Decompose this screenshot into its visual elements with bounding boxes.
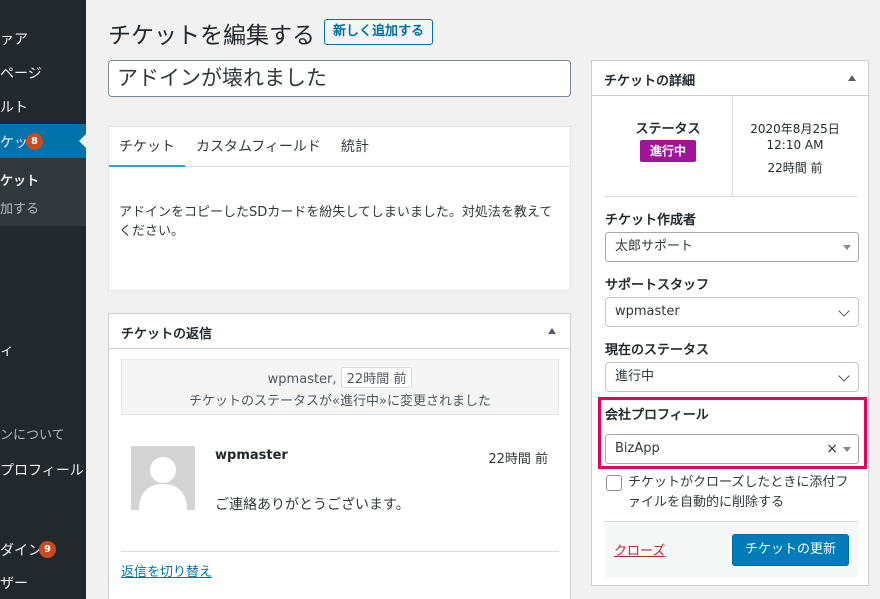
reply-time: 22時間 前 bbox=[488, 452, 548, 467]
status-value: 進行中 bbox=[615, 369, 655, 384]
tab-custom-fields[interactable]: カスタムフィールド bbox=[186, 127, 331, 167]
sidebar-item-label: プロフィール bbox=[0, 463, 84, 479]
divider bbox=[121, 551, 559, 552]
reply-author: wpmaster bbox=[215, 448, 288, 463]
created-relative: 22時間 前 bbox=[767, 161, 823, 175]
sidebar-item-users[interactable]: ザー bbox=[0, 573, 86, 593]
author-select[interactable]: 太郎サポート bbox=[605, 232, 859, 262]
sidebar-item-misc[interactable]: ィ bbox=[0, 340, 86, 360]
staff-label: サポートスタッフ bbox=[605, 278, 710, 293]
staff-value: wpmaster bbox=[615, 304, 680, 319]
sidebar-item-comments[interactable]: ルト bbox=[0, 97, 86, 117]
note-author: wpmaster, bbox=[267, 372, 337, 387]
plugin-update-badge: 9 bbox=[39, 541, 56, 558]
ticket-count-badge: 8 bbox=[26, 133, 43, 150]
ticket-tabs: チケット カスタムフィールド 統計 bbox=[109, 127, 570, 167]
sidebar-item-label: ザー bbox=[0, 576, 28, 592]
note-time: 22時間 前 bbox=[340, 367, 413, 388]
sidebar-item-label: ィ bbox=[0, 343, 14, 359]
replies-header[interactable]: チケットの返信 bbox=[109, 314, 570, 349]
sidebar-item-label: ンについて bbox=[0, 428, 65, 443]
page-title: チケットを編集する bbox=[108, 23, 315, 49]
dropdown-arrow-icon bbox=[843, 245, 851, 250]
update-ticket-button[interactable]: チケットの更新 bbox=[732, 534, 849, 566]
toggle-replies-link[interactable]: 返信を切り替え bbox=[121, 561, 212, 580]
details-header[interactable]: チケットの詳細 bbox=[592, 61, 868, 96]
user-silhouette-icon bbox=[131, 446, 195, 510]
delete-attachments-checkbox[interactable] bbox=[606, 475, 622, 491]
sidebar-item-label: ページ bbox=[0, 66, 42, 82]
sidebar-item-label: ダイン bbox=[0, 543, 42, 559]
sidebar-item-tickets[interactable]: ケット 8 bbox=[0, 124, 86, 158]
author-label: チケット作成者 bbox=[605, 213, 697, 228]
status-label: ステータス bbox=[635, 122, 701, 137]
sidebar-subitem-add[interactable]: 加する bbox=[0, 198, 39, 217]
sidebar-item-pages[interactable]: ページ bbox=[0, 63, 86, 83]
ticket-body-text: アドインをコピーしたSDカードを紛失してしまいました。対処法を教えてください。 bbox=[119, 205, 553, 239]
ticket-details-box: チケットの詳細 ステータス 進行中 2020年8月25日 12:10 AM 22… bbox=[591, 60, 869, 586]
close-ticket-link[interactable]: クローズ bbox=[614, 540, 665, 559]
collapse-toggle-icon[interactable] bbox=[548, 328, 556, 334]
ticket-replies-box: チケットの返信 wpmaster, 22時間 前 チケットのステータスが«進行中… bbox=[108, 313, 571, 599]
sidebar-item-plugins[interactable]: ダイン 9 bbox=[0, 540, 86, 560]
status-select[interactable]: 進行中 bbox=[605, 362, 859, 392]
delete-attachments-label: チケットがクローズしたときに添付ファイルを自動的に削除する bbox=[628, 475, 849, 510]
collapse-toggle-icon[interactable] bbox=[848, 75, 856, 81]
note-message: チケットのステータスが«進行中»に変更されました bbox=[189, 394, 491, 409]
sidebar-item-profile[interactable]: プロフィール bbox=[0, 460, 86, 480]
sidebar-item-label: ルト bbox=[0, 100, 28, 116]
ticket-title-input[interactable]: アドインが壊れました bbox=[108, 60, 571, 97]
tab-stats[interactable]: 統計 bbox=[331, 127, 379, 167]
sidebar-item-media[interactable]: ァア bbox=[0, 29, 86, 49]
avatar bbox=[131, 446, 195, 510]
status-summary: ステータス 進行中 2020年8月25日 12:10 AM 22時間 前 bbox=[604, 97, 858, 197]
details-heading: チケットの詳細 bbox=[604, 74, 696, 89]
chevron-down-icon bbox=[838, 305, 850, 317]
created-date: 2020年8月25日 bbox=[750, 122, 840, 136]
reply-text: ご連絡ありがとうございます。 bbox=[215, 497, 410, 513]
admin-sidebar: ァア ページ ルト ケット 8 ケット 加する ィ ンについて プロフィール ダ… bbox=[0, 0, 86, 599]
tab-ticket[interactable]: チケット bbox=[109, 127, 185, 167]
details-actions: クローズ チケットの更新 bbox=[604, 521, 858, 577]
staff-select[interactable]: wpmaster bbox=[605, 297, 859, 327]
author-value: 太郎サポート bbox=[615, 239, 694, 254]
status-badge: 進行中 bbox=[640, 140, 696, 162]
chevron-down-icon bbox=[838, 370, 850, 382]
ticket-content-box: チケット カスタムフィールド 統計 アドインをコピーしたSDカードを紛失してしま… bbox=[108, 126, 571, 291]
sidebar-item-about[interactable]: ンについて bbox=[0, 424, 86, 444]
sidebar-item-label: ァア bbox=[0, 32, 28, 48]
created-time: 12:10 AM bbox=[766, 138, 824, 152]
sidebar-submenu: ケット 加する bbox=[0, 158, 86, 226]
company-profile-highlight bbox=[598, 397, 867, 469]
replies-heading: チケットの返信 bbox=[121, 327, 213, 342]
sidebar-subitem-tickets[interactable]: ケット bbox=[0, 170, 39, 189]
active-arrow-icon bbox=[79, 133, 86, 149]
current-status-label: 現在のステータス bbox=[605, 343, 710, 358]
status-change-note: wpmaster, 22時間 前 チケットのステータスが«進行中»に変更されまし… bbox=[121, 359, 559, 415]
add-new-button[interactable]: 新しく追加する bbox=[324, 19, 434, 45]
